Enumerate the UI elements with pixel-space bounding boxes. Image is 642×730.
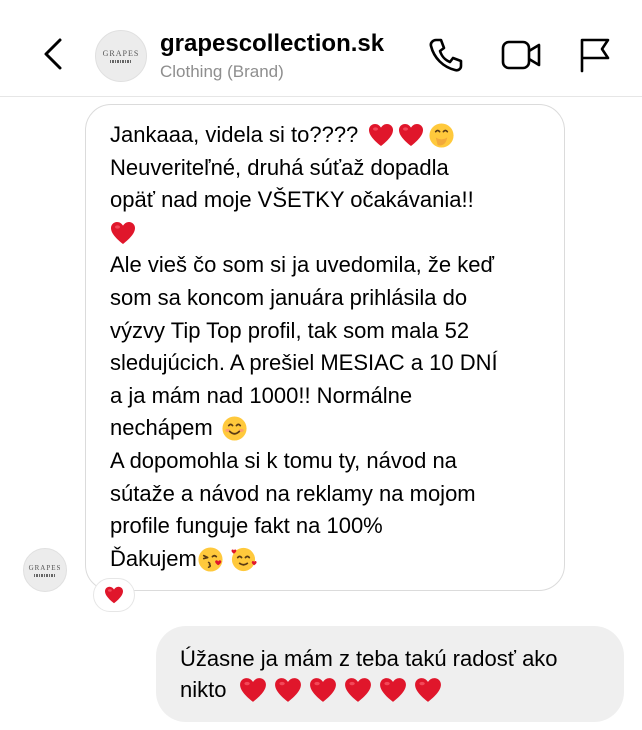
message-line: opäť nad moje VŠETKY očakávania!! [110, 187, 474, 213]
smiling-face-icon [222, 416, 247, 441]
message-line: sledujúcich. A prešiel MESIAC a 10 DNÍ [110, 350, 498, 376]
message-line: výzvy Tip Top profil, tak som mala 52 [110, 317, 470, 343]
avatar[interactable]: GRAPES [95, 30, 147, 82]
message-text: Úžasne ja mám z teba takú radosť ako nik… [180, 643, 558, 705]
message-line: nikto [180, 674, 558, 705]
red-heart-icon [379, 677, 407, 703]
message-line: Ďakujem [110, 543, 552, 576]
message-line [110, 217, 552, 250]
message-line: profile funguje fakt na 100% [110, 513, 383, 539]
message-line: nechápem [110, 412, 552, 445]
heart-row [232, 677, 442, 703]
face-hand-over-mouth-icon [429, 123, 454, 148]
message-line: sútaže a návod na reklamy na mojom [110, 480, 476, 506]
message-line: A dopomohla si k tomu ty, návod na [110, 447, 457, 473]
red-heart-icon [309, 677, 337, 703]
flag-icon[interactable] [576, 36, 614, 74]
heart-reaction[interactable] [93, 578, 135, 612]
red-heart-icon [414, 677, 442, 703]
message-line: som sa koncom januára prihlásila do [110, 284, 468, 310]
red-heart-icon [104, 586, 124, 604]
contact-name[interactable]: grapescollection.sk [160, 30, 384, 58]
avatar-text: GRAPES [28, 563, 62, 572]
message-line: a ja mám nad 1000!! Normálne [110, 382, 413, 408]
red-heart-icon [239, 677, 267, 703]
back-icon[interactable] [36, 34, 72, 74]
message-line: Úžasne ja mám z teba takú radosť ako [180, 646, 558, 671]
barcode-icon [110, 60, 132, 63]
red-heart-icon [110, 221, 136, 245]
red-heart-icon [398, 123, 424, 147]
red-heart-icon [274, 677, 302, 703]
smiling-face-with-hearts-icon [231, 547, 257, 571]
red-heart-icon [344, 677, 372, 703]
barcode-icon [34, 573, 56, 577]
phone-icon[interactable] [427, 36, 465, 74]
face-blowing-kiss-icon [198, 546, 223, 572]
message-line: Ale vieš čo som si ja uvedomila, že keď [110, 252, 495, 278]
message-text: Jankaaa, videla si to???? Neuveriteľné, … [110, 119, 552, 575]
video-icon[interactable] [500, 36, 542, 74]
outgoing-message-bubble[interactable]: Úžasne ja mám z teba takú radosť ako nik… [156, 626, 624, 722]
incoming-message-bubble[interactable]: Jankaaa, videla si to???? Neuveriteľné, … [85, 104, 565, 591]
avatar-text: GRAPES [102, 49, 140, 58]
message-line: Neuveriteľné, druhá súťaž dopadla [110, 154, 449, 180]
chat-header: GRAPES grapescollection.sk Clothing (Bra… [0, 0, 642, 97]
message-line: Jankaaa, videla si to???? [110, 119, 552, 152]
contact-subtitle: Clothing (Brand) [160, 62, 284, 81]
red-heart-icon [368, 123, 394, 147]
sender-avatar[interactable]: GRAPES [23, 548, 67, 592]
